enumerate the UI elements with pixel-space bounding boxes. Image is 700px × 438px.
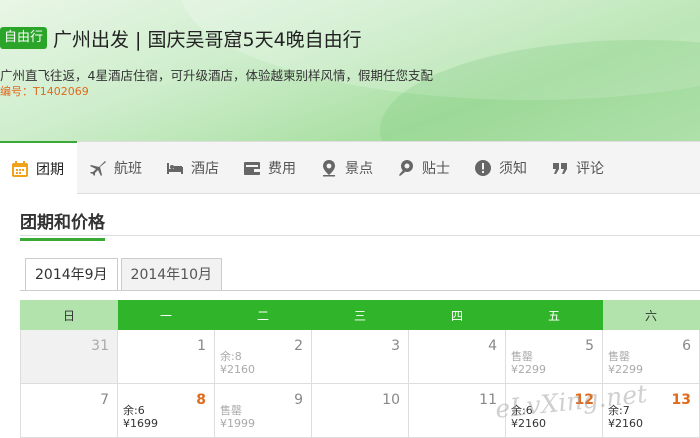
map-pin-icon: [323, 159, 335, 176]
tab-reviews-label: 评论: [576, 160, 604, 177]
page-title: 广州出发 | 国庆吴哥窟5天4晚自由行: [53, 28, 362, 51]
quote-icon: [553, 162, 567, 174]
tab-fees-label: 费用: [268, 160, 296, 177]
calendar-day-cell[interactable]: 13 余:7 ¥2160: [602, 383, 700, 438]
weekday-sat: 六: [602, 300, 700, 330]
day-number: 5: [585, 338, 594, 354]
departure-price: ¥2160: [511, 417, 546, 430]
tab-dates-label: 团期: [36, 162, 64, 178]
month-tabs: 2014年9月 2014年10月: [25, 258, 225, 291]
calendar-day-cell[interactable]: 2 余:8 ¥2160: [214, 329, 312, 384]
departure-price: ¥2299: [608, 363, 643, 376]
wallet-icon: [244, 161, 260, 175]
product-code: 编号：T1402069: [0, 85, 89, 98]
day-number: 13: [671, 392, 691, 408]
tour-subtitle: 广州直飞往返，4星酒店住宿，可升级酒店，体验越柬别样风情，假期任您支配: [0, 68, 433, 83]
weekday-thu: 四: [408, 300, 506, 330]
section-divider: [20, 235, 700, 236]
day-number: 31: [91, 338, 109, 354]
tab-hotel[interactable]: 酒店: [154, 142, 231, 193]
departure-price: ¥2160: [220, 363, 255, 376]
day-number: 11: [479, 392, 497, 408]
day-number: 10: [382, 392, 400, 408]
day-number: 6: [682, 338, 691, 354]
weekday-wed: 三: [311, 300, 409, 330]
section-title: 团期和价格: [20, 208, 105, 241]
weekday-mon: 一: [117, 300, 215, 330]
weekday-header-row: 日 一 二 三 四 五 六: [20, 300, 700, 330]
tab-dates[interactable]: 团期: [0, 141, 77, 195]
bed-icon: [167, 162, 183, 174]
tab-notice-label: 须知: [499, 160, 527, 177]
warning-icon: [475, 159, 491, 176]
departure-calendar: 日 一 二 三 四 五 六 31 1 2 余:8 ¥2160 3 4 5 售罄 …: [20, 300, 700, 438]
weekday-tue: 二: [214, 300, 312, 330]
calendar-day-cell: 3: [311, 329, 409, 384]
departure-info: 余:6 ¥2160: [511, 404, 546, 430]
tab-reviews[interactable]: 评论: [539, 142, 616, 193]
departure-info: 余:7 ¥2160: [608, 404, 643, 430]
tab-month-oct[interactable]: 2014年10月: [120, 258, 222, 291]
departure-price: ¥2160: [608, 417, 643, 430]
calendar-day-cell: 10: [311, 383, 409, 438]
sold-out-label: 售罄: [220, 404, 242, 417]
tab-flights[interactable]: 航班: [77, 142, 154, 193]
tab-attractions-label: 景点: [345, 160, 373, 177]
departure-price: ¥1999: [220, 417, 255, 430]
departure-info: 售罄 ¥2299: [608, 350, 643, 376]
calendar-day-cell: 31: [20, 329, 118, 384]
sold-out-label: 售罄: [608, 350, 630, 363]
calendar-day-cell: 7: [20, 383, 118, 438]
departure-info: 售罄 ¥1999: [220, 404, 255, 430]
sold-out-label: 售罄: [511, 350, 533, 363]
tab-tips[interactable]: 贴士: [385, 142, 462, 193]
day-number: 9: [294, 392, 303, 408]
calendar-day-cell: 4: [408, 329, 506, 384]
tab-flights-label: 航班: [114, 160, 142, 177]
calendar-day-cell[interactable]: 8 余:6 ¥1699: [117, 383, 215, 438]
calendar-day-cell[interactable]: 12 余:6 ¥2160: [505, 383, 603, 438]
calendar-day-cell: 6 售罄 ¥2299: [602, 329, 700, 384]
tab-fees[interactable]: 费用: [231, 142, 308, 193]
title-row: 自由行 广州出发 | 国庆吴哥窟5天4晚自由行: [0, 25, 362, 51]
day-number: 4: [488, 338, 497, 354]
calendar-day-cell: 11: [408, 383, 506, 438]
day-number: 12: [574, 392, 594, 408]
weekday-fri: 五: [505, 300, 603, 330]
tab-attractions[interactable]: 景点: [308, 142, 385, 193]
day-number: 1: [197, 338, 206, 354]
tour-header: 自由行 广州出发 | 国庆吴哥窟5天4晚自由行 广州直飞往返，4星酒店住宿，可升…: [0, 0, 700, 141]
day-number: 3: [391, 338, 400, 354]
calendar-icon: [12, 161, 28, 177]
tab-divider: [20, 290, 700, 291]
seats-remaining: 余:6: [511, 404, 533, 417]
section-nav: 团期 航班 酒店 费用 景点 贴士 须知 评论: [0, 141, 700, 195]
lightbulb-icon: [399, 159, 413, 176]
weekday-sun: 日: [20, 300, 118, 330]
tab-hotel-label: 酒店: [191, 160, 219, 177]
calendar-week-row: 7 8 余:6 ¥1699 9 售罄 ¥1999 10 11 12 余:6 ¥2…: [20, 383, 700, 438]
calendar-day-cell: 5 售罄 ¥2299: [505, 329, 603, 384]
day-number: 2: [294, 338, 303, 354]
departure-price: ¥1699: [123, 417, 158, 430]
calendar-week-row: 31 1 2 余:8 ¥2160 3 4 5 售罄 ¥2299 6 售罄 ¥22…: [20, 329, 700, 384]
tab-month-sep[interactable]: 2014年9月: [25, 258, 118, 291]
calendar-day-cell: 9 售罄 ¥1999: [214, 383, 312, 438]
seats-remaining: 余:6: [123, 404, 145, 417]
calendar-day-cell: 1: [117, 329, 215, 384]
departure-info: 余:8 ¥2160: [220, 350, 255, 376]
seats-remaining: 余:7: [608, 404, 630, 417]
departure-info: 售罄 ¥2299: [511, 350, 546, 376]
plane-icon: [90, 160, 106, 176]
day-number: 7: [100, 392, 109, 408]
departure-info: 余:6 ¥1699: [123, 404, 158, 430]
departure-price: ¥2299: [511, 363, 546, 376]
day-number: 8: [196, 392, 206, 408]
product-type-badge: 自由行: [0, 27, 48, 49]
seats-remaining: 余:8: [220, 350, 242, 363]
tab-notice[interactable]: 须知: [462, 142, 539, 193]
tab-tips-label: 贴士: [422, 160, 450, 177]
